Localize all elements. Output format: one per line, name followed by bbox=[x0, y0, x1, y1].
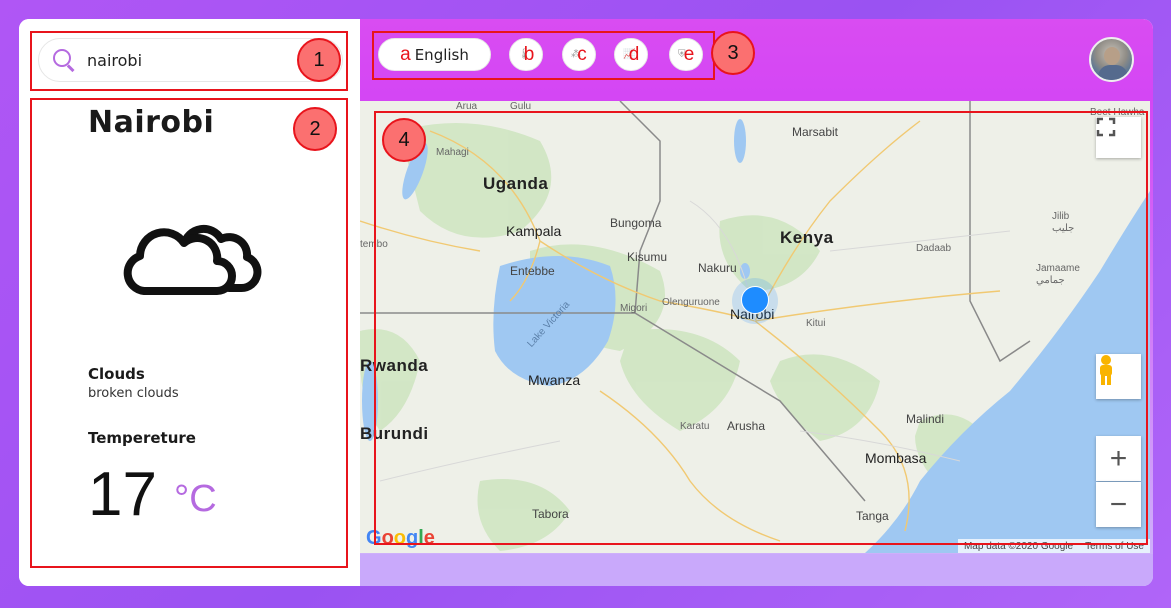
bottom-strip bbox=[360, 554, 1153, 586]
annotation-box-weather bbox=[30, 98, 348, 568]
annotation-number-2: 2 bbox=[293, 107, 337, 151]
annotation-box-toolbar bbox=[372, 31, 715, 80]
annotation-number-3: 3 bbox=[711, 31, 755, 75]
annotation-number-4: 4 bbox=[382, 118, 426, 162]
annotation-box-map bbox=[374, 111, 1148, 545]
user-avatar[interactable] bbox=[1089, 37, 1134, 82]
annotation-number-1: 1 bbox=[297, 38, 341, 82]
